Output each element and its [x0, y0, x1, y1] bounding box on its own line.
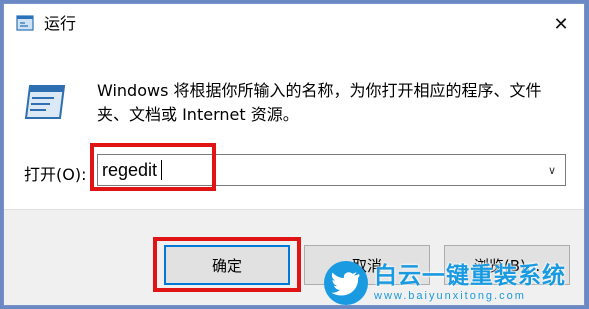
watermark: 白云一键重装系统 www.baiyunxitong.com: [324, 260, 586, 306]
run-dialog-icon: [20, 82, 68, 122]
description-text: Windows 将根据你所输入的名称，为你打开相应的程序、文件夹、文档或 Int…: [97, 81, 542, 124]
open-input[interactable]: [102, 157, 522, 183]
close-icon: ✕: [553, 13, 569, 35]
window-title: 运行: [44, 14, 77, 33]
title-bar: 运行 ✕: [4, 4, 584, 44]
text-caret: [161, 160, 162, 180]
open-label: 打开(O):: [24, 165, 87, 184]
run-app-icon: [16, 15, 34, 31]
watermark-brand: 白云一键重装系统: [374, 263, 566, 289]
ok-button[interactable]: 确定: [164, 245, 290, 285]
open-combobox[interactable]: ∨: [97, 154, 566, 186]
watermark-text: 白云一键重装系统 www.baiyunxitong.com: [374, 263, 566, 303]
dialog-body: Windows 将根据你所输入的名称，为你打开相应的程序、文件夹、文档或 Int…: [4, 44, 584, 209]
close-button[interactable]: ✕: [538, 4, 584, 44]
dropdown-arrow-icon[interactable]: ∨: [539, 155, 565, 185]
bird-logo-icon: [324, 261, 368, 305]
watermark-url: www.baiyunxitong.com: [374, 290, 526, 302]
